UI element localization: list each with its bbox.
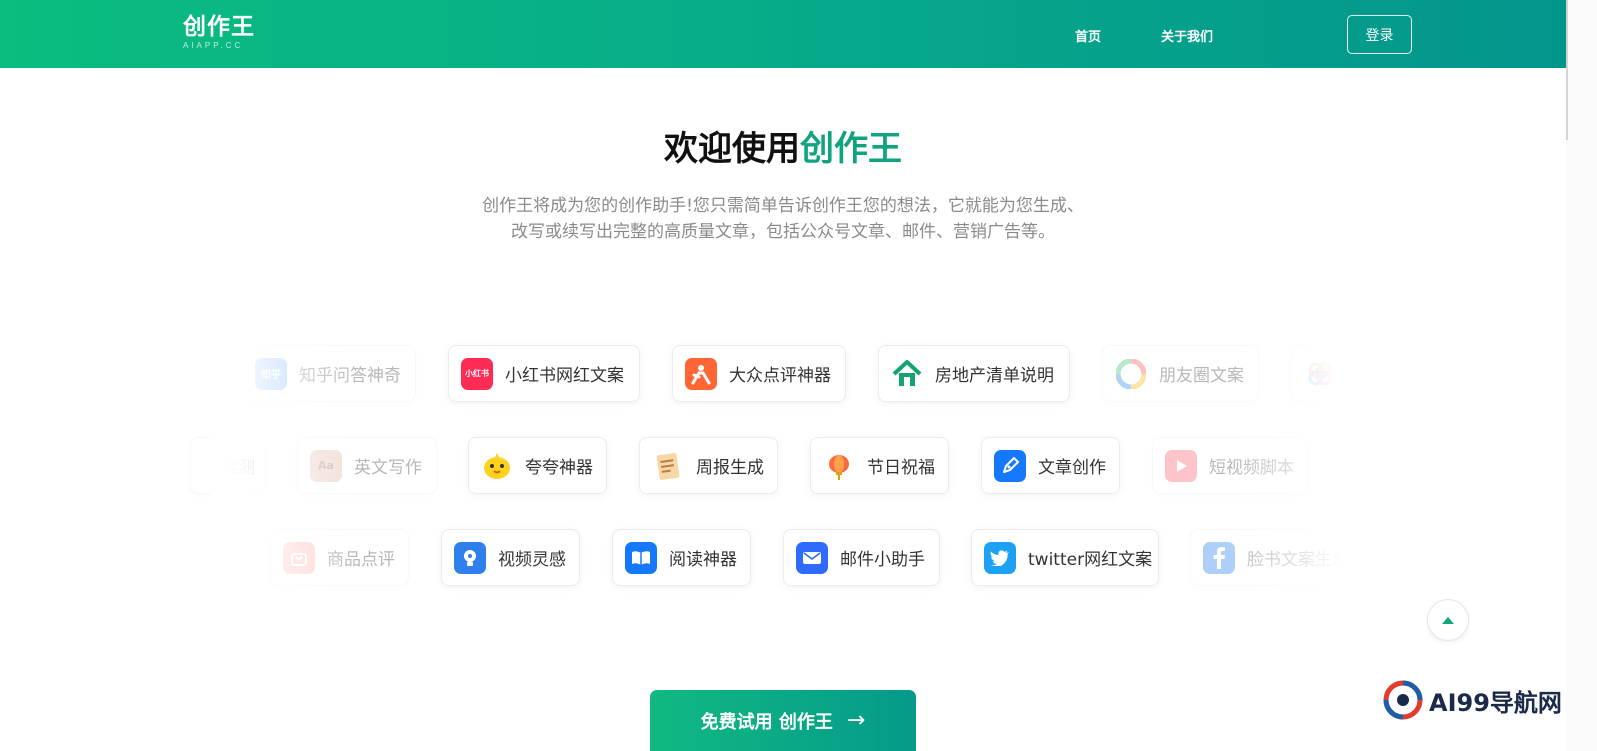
tool-card-label: 商品点评 bbox=[327, 550, 395, 570]
logo-text: 创作王 bbox=[183, 14, 255, 40]
chick-icon bbox=[481, 450, 513, 482]
watermark: AI99导航网 bbox=[1383, 680, 1562, 720]
tool-card-real-estate[interactable]: 房地产清单说明 bbox=[878, 345, 1070, 402]
english-book-icon: Aa bbox=[310, 449, 342, 482]
moments-icon bbox=[1115, 358, 1147, 390]
free-trial-button[interactable]: 免费试用 创作王 → bbox=[650, 690, 916, 751]
tool-card-label: 知乎问答神奇 bbox=[299, 366, 401, 386]
tool-card-label: 夸夸神器 bbox=[525, 458, 593, 478]
twitter-icon bbox=[984, 541, 1016, 574]
tool-card-reading[interactable]: 阅读神器 bbox=[612, 529, 751, 586]
watermark-logo-icon bbox=[1383, 680, 1423, 720]
hero-description: 创作王将成为您的创作助手!您只需简单告诉创作王您的想法，它就能为您生成、 改写或… bbox=[383, 193, 1183, 245]
hero-desc-line-2: 改写或续写出完整的高质量文章，包括公众号文章、邮件、营销广告等。 bbox=[511, 222, 1055, 242]
tool-card-zhihu[interactable]: 知乎 知乎问答神奇 bbox=[242, 345, 416, 402]
page-scrollbar-track[interactable] bbox=[1566, 0, 1597, 751]
shopping-bag-icon bbox=[283, 541, 315, 574]
tool-card-label: 大众点评神器 bbox=[729, 366, 831, 386]
tool-card-label: 房地产清单说明 bbox=[935, 366, 1054, 386]
site-logo[interactable]: 创作王 AIAPP.CC bbox=[183, 14, 255, 50]
logo-subtext: AIAPP.CC bbox=[183, 41, 244, 50]
back-to-top-button[interactable] bbox=[1427, 599, 1469, 641]
watermark-text: AI99导航网 bbox=[1429, 688, 1562, 717]
tool-card-holiday-greeting[interactable]: 节日祝福 bbox=[810, 437, 949, 494]
facebook-icon bbox=[1203, 541, 1235, 574]
house-icon bbox=[891, 358, 923, 390]
login-button[interactable]: 登录 bbox=[1347, 15, 1412, 54]
page-scrollbar-thumb[interactable] bbox=[1566, 0, 1568, 140]
hero-desc-line-1: 创作王将成为您的创作助手!您只需简单告诉创作王您的想法，它就能为您生成、 bbox=[482, 196, 1084, 216]
tool-card-moments[interactable]: 朋友圈文案 bbox=[1102, 345, 1259, 402]
tool-card-xiaohongshu[interactable]: 小红书 小红书网红文案 bbox=[448, 345, 640, 402]
title-prefix: 欢迎使用 bbox=[664, 129, 800, 169]
zhihu-icon: 知乎 bbox=[255, 357, 287, 390]
tool-card-label: 短视频脚本 bbox=[1209, 458, 1294, 478]
notepad-icon bbox=[652, 450, 684, 482]
tool-card-facebook[interactable]: 脸书文案生成 bbox=[1190, 529, 1360, 586]
tool-card-article-creation[interactable]: 文章创作 bbox=[981, 437, 1120, 494]
title-brand: 创作王 bbox=[800, 129, 902, 169]
tool-card-weekly-report[interactable]: 周报生成 bbox=[639, 437, 778, 494]
video-play-icon bbox=[1165, 449, 1197, 482]
lantern-icon bbox=[823, 450, 855, 482]
tool-card-english-writing[interactable]: Aa 英文写作 bbox=[297, 437, 437, 494]
xiaohongshu-glyph: 小红书 bbox=[465, 369, 489, 378]
mail-icon bbox=[796, 541, 828, 574]
tool-card-short-video[interactable]: 短视频脚本 bbox=[1152, 437, 1309, 494]
xiaohongshu-icon: 小红书 bbox=[461, 357, 493, 390]
tool-card-detect-partial[interactable]: 检测 bbox=[190, 437, 265, 494]
tool-card-label: 朋友圈文案 bbox=[1159, 366, 1244, 386]
nav-about-us[interactable]: 关于我们 bbox=[1161, 26, 1213, 45]
tool-card-label: 节日祝福 bbox=[867, 458, 935, 478]
tool-card-label: 周报生成 bbox=[696, 458, 764, 478]
page-title: 欢迎使用创作王 bbox=[0, 127, 1566, 171]
english-glyph: Aa bbox=[318, 459, 334, 472]
tool-card-label: 文章创作 bbox=[1038, 458, 1106, 478]
nav-home[interactable]: 首页 bbox=[1075, 26, 1101, 45]
pen-icon bbox=[994, 449, 1026, 482]
lightbulb-icon bbox=[454, 541, 486, 574]
tool-card-dianping[interactable]: 大众点评神器 bbox=[672, 345, 846, 402]
dianping-icon bbox=[685, 357, 717, 390]
tool-card-praise[interactable]: 夸夸神器 bbox=[468, 437, 607, 494]
tool-card-twitter[interactable]: twitter网红文案 bbox=[971, 529, 1159, 586]
flower-icon bbox=[1304, 358, 1336, 390]
tool-card-label: twitter网红文案 bbox=[1028, 550, 1153, 570]
tool-card-label: 阅读神器 bbox=[669, 550, 737, 570]
tool-card-label: 检测 bbox=[221, 458, 255, 478]
tool-card-label: 脸书文案生成 bbox=[1247, 550, 1349, 570]
tool-card-partial[interactable] bbox=[1291, 345, 1351, 402]
tool-card-video-inspiration[interactable]: 视频灵感 bbox=[441, 529, 580, 586]
tool-card-label: 小红书网红文案 bbox=[505, 366, 624, 386]
tool-card-mail-assistant[interactable]: 邮件小助手 bbox=[783, 529, 940, 586]
tool-card-label: 英文写作 bbox=[354, 458, 422, 478]
open-book-icon bbox=[625, 541, 657, 574]
tool-card-label: 视频灵感 bbox=[498, 550, 566, 570]
top-header: 创作王 AIAPP.CC 首页 关于我们 登录 bbox=[0, 0, 1566, 68]
tool-card-label: 邮件小助手 bbox=[840, 550, 925, 570]
tool-card-product-review[interactable]: 商品点评 bbox=[270, 529, 409, 586]
cta-label: 免费试用 创作王 bbox=[700, 711, 833, 733]
arrow-up-icon bbox=[1442, 616, 1454, 624]
zhihu-glyph: 知乎 bbox=[261, 370, 281, 381]
arrow-right-icon: → bbox=[846, 708, 866, 733]
